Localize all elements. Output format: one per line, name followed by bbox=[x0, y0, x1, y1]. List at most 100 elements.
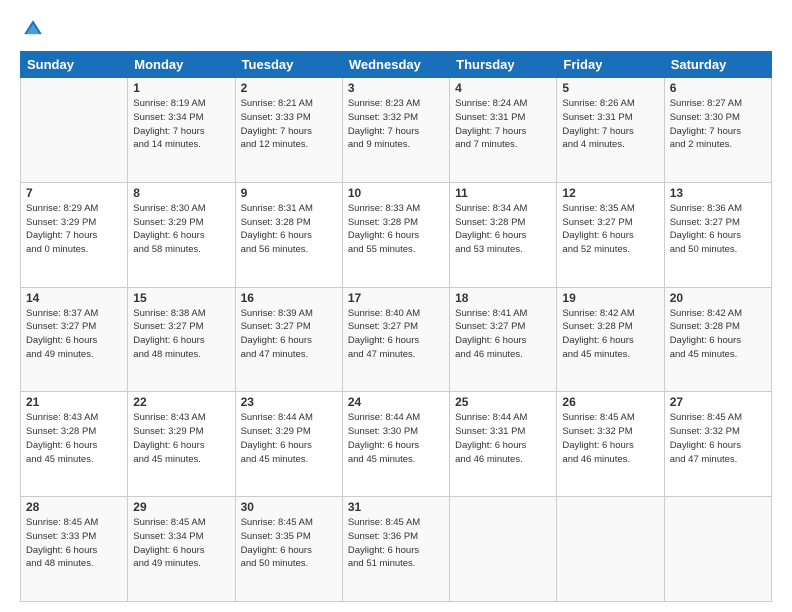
day-info: Sunrise: 8:30 AMSunset: 3:29 PMDaylight:… bbox=[133, 202, 229, 257]
day-info: Sunrise: 8:24 AMSunset: 3:31 PMDaylight:… bbox=[455, 97, 551, 152]
day-info: Sunrise: 8:45 AMSunset: 3:32 PMDaylight:… bbox=[562, 411, 658, 466]
calendar-cell: 5 Sunrise: 8:26 AMSunset: 3:31 PMDaylight… bbox=[557, 78, 664, 183]
calendar-cell: 18 Sunrise: 8:41 AMSunset: 3:27 PMDayligh… bbox=[450, 287, 557, 392]
header-tuesday: Tuesday bbox=[235, 52, 342, 78]
day-info: Sunrise: 8:36 AMSunset: 3:27 PMDaylight:… bbox=[670, 202, 766, 257]
calendar-cell: 3 Sunrise: 8:23 AMSunset: 3:32 PMDaylight… bbox=[342, 78, 449, 183]
header-row: SundayMondayTuesdayWednesdayThursdayFrid… bbox=[21, 52, 772, 78]
day-info: Sunrise: 8:41 AMSunset: 3:27 PMDaylight:… bbox=[455, 307, 551, 362]
day-number: 1 bbox=[133, 81, 229, 95]
day-info: Sunrise: 8:45 AMSunset: 3:32 PMDaylight:… bbox=[670, 411, 766, 466]
day-number: 26 bbox=[562, 395, 658, 409]
calendar-cell: 17 Sunrise: 8:40 AMSunset: 3:27 PMDayligh… bbox=[342, 287, 449, 392]
calendar-cell: 14 Sunrise: 8:37 AMSunset: 3:27 PMDayligh… bbox=[21, 287, 128, 392]
calendar-cell bbox=[664, 497, 771, 602]
header bbox=[20, 18, 772, 45]
day-number: 12 bbox=[562, 186, 658, 200]
day-number: 5 bbox=[562, 81, 658, 95]
day-number: 8 bbox=[133, 186, 229, 200]
day-info: Sunrise: 8:19 AMSunset: 3:34 PMDaylight:… bbox=[133, 97, 229, 152]
day-info: Sunrise: 8:45 AMSunset: 3:35 PMDaylight:… bbox=[241, 516, 337, 571]
day-number: 6 bbox=[670, 81, 766, 95]
calendar-cell: 27 Sunrise: 8:45 AMSunset: 3:32 PMDayligh… bbox=[664, 392, 771, 497]
calendar-table: SundayMondayTuesdayWednesdayThursdayFrid… bbox=[20, 51, 772, 602]
calendar-cell: 7 Sunrise: 8:29 AMSunset: 3:29 PMDaylight… bbox=[21, 182, 128, 287]
calendar-cell: 30 Sunrise: 8:45 AMSunset: 3:35 PMDayligh… bbox=[235, 497, 342, 602]
calendar-cell: 4 Sunrise: 8:24 AMSunset: 3:31 PMDaylight… bbox=[450, 78, 557, 183]
header-sunday: Sunday bbox=[21, 52, 128, 78]
day-number: 27 bbox=[670, 395, 766, 409]
logo-icon bbox=[22, 18, 44, 40]
day-number: 14 bbox=[26, 291, 122, 305]
day-number: 30 bbox=[241, 500, 337, 514]
day-info: Sunrise: 8:45 AMSunset: 3:34 PMDaylight:… bbox=[133, 516, 229, 571]
week-row-2: 14 Sunrise: 8:37 AMSunset: 3:27 PMDayligh… bbox=[21, 287, 772, 392]
header-saturday: Saturday bbox=[664, 52, 771, 78]
day-number: 15 bbox=[133, 291, 229, 305]
day-number: 4 bbox=[455, 81, 551, 95]
day-number: 9 bbox=[241, 186, 337, 200]
calendar-cell: 2Sunrise: 8:21 AMSunset: 3:33 PMDaylight… bbox=[235, 78, 342, 183]
day-info: Sunrise: 8:45 AMSunset: 3:33 PMDaylight:… bbox=[26, 516, 122, 571]
day-info: Sunrise: 8:33 AMSunset: 3:28 PMDaylight:… bbox=[348, 202, 444, 257]
day-number: 19 bbox=[562, 291, 658, 305]
week-row-3: 21Sunrise: 8:43 AMSunset: 3:28 PMDayligh… bbox=[21, 392, 772, 497]
calendar-cell: 24Sunrise: 8:44 AMSunset: 3:30 PMDayligh… bbox=[342, 392, 449, 497]
calendar-cell: 25Sunrise: 8:44 AMSunset: 3:31 PMDayligh… bbox=[450, 392, 557, 497]
calendar-body: 1 Sunrise: 8:19 AMSunset: 3:34 PMDaylight… bbox=[21, 78, 772, 602]
day-info: Sunrise: 8:37 AMSunset: 3:27 PMDaylight:… bbox=[26, 307, 122, 362]
day-number: 31 bbox=[348, 500, 444, 514]
day-info: Sunrise: 8:34 AMSunset: 3:28 PMDaylight:… bbox=[455, 202, 551, 257]
day-number: 28 bbox=[26, 500, 122, 514]
calendar-cell: 20Sunrise: 8:42 AMSunset: 3:28 PMDayligh… bbox=[664, 287, 771, 392]
calendar-cell: 9 Sunrise: 8:31 AMSunset: 3:28 PMDaylight… bbox=[235, 182, 342, 287]
calendar-cell: 12Sunrise: 8:35 AMSunset: 3:27 PMDayligh… bbox=[557, 182, 664, 287]
logo bbox=[20, 18, 44, 45]
day-number: 10 bbox=[348, 186, 444, 200]
day-info: Sunrise: 8:26 AMSunset: 3:31 PMDaylight:… bbox=[562, 97, 658, 152]
calendar-cell: 23 Sunrise: 8:44 AMSunset: 3:29 PMDayligh… bbox=[235, 392, 342, 497]
calendar-cell: 13 Sunrise: 8:36 AMSunset: 3:27 PMDayligh… bbox=[664, 182, 771, 287]
page: SundayMondayTuesdayWednesdayThursdayFrid… bbox=[0, 0, 792, 612]
calendar-cell: 31 Sunrise: 8:45 AMSunset: 3:36 PMDayligh… bbox=[342, 497, 449, 602]
header-thursday: Thursday bbox=[450, 52, 557, 78]
day-number: 7 bbox=[26, 186, 122, 200]
calendar-cell: 28 Sunrise: 8:45 AMSunset: 3:33 PMDayligh… bbox=[21, 497, 128, 602]
week-row-4: 28 Sunrise: 8:45 AMSunset: 3:33 PMDayligh… bbox=[21, 497, 772, 602]
day-number: 18 bbox=[455, 291, 551, 305]
header-wednesday: Wednesday bbox=[342, 52, 449, 78]
day-number: 11 bbox=[455, 186, 551, 200]
calendar-cell: 26 Sunrise: 8:45 AMSunset: 3:32 PMDayligh… bbox=[557, 392, 664, 497]
day-info: Sunrise: 8:44 AMSunset: 3:30 PMDaylight:… bbox=[348, 411, 444, 466]
day-info: Sunrise: 8:40 AMSunset: 3:27 PMDaylight:… bbox=[348, 307, 444, 362]
day-info: Sunrise: 8:29 AMSunset: 3:29 PMDaylight:… bbox=[26, 202, 122, 257]
calendar-cell: 8 Sunrise: 8:30 AMSunset: 3:29 PMDaylight… bbox=[128, 182, 235, 287]
week-row-0: 1 Sunrise: 8:19 AMSunset: 3:34 PMDaylight… bbox=[21, 78, 772, 183]
calendar-cell: 16 Sunrise: 8:39 AMSunset: 3:27 PMDayligh… bbox=[235, 287, 342, 392]
header-friday: Friday bbox=[557, 52, 664, 78]
calendar-cell: 10 Sunrise: 8:33 AMSunset: 3:28 PMDayligh… bbox=[342, 182, 449, 287]
day-number: 13 bbox=[670, 186, 766, 200]
day-info: Sunrise: 8:44 AMSunset: 3:29 PMDaylight:… bbox=[241, 411, 337, 466]
calendar-cell: 22 Sunrise: 8:43 AMSunset: 3:29 PMDayligh… bbox=[128, 392, 235, 497]
calendar-cell bbox=[557, 497, 664, 602]
calendar-cell: 6Sunrise: 8:27 AMSunset: 3:30 PMDaylight… bbox=[664, 78, 771, 183]
day-info: Sunrise: 8:43 AMSunset: 3:28 PMDaylight:… bbox=[26, 411, 122, 466]
day-number: 25 bbox=[455, 395, 551, 409]
day-number: 16 bbox=[241, 291, 337, 305]
day-number: 23 bbox=[241, 395, 337, 409]
day-number: 3 bbox=[348, 81, 444, 95]
calendar-cell bbox=[21, 78, 128, 183]
day-info: Sunrise: 8:42 AMSunset: 3:28 PMDaylight:… bbox=[562, 307, 658, 362]
day-info: Sunrise: 8:31 AMSunset: 3:28 PMDaylight:… bbox=[241, 202, 337, 257]
day-info: Sunrise: 8:45 AMSunset: 3:36 PMDaylight:… bbox=[348, 516, 444, 571]
day-number: 22 bbox=[133, 395, 229, 409]
calendar-cell: 1 Sunrise: 8:19 AMSunset: 3:34 PMDaylight… bbox=[128, 78, 235, 183]
day-number: 17 bbox=[348, 291, 444, 305]
day-info: Sunrise: 8:39 AMSunset: 3:27 PMDaylight:… bbox=[241, 307, 337, 362]
header-monday: Monday bbox=[128, 52, 235, 78]
day-info: Sunrise: 8:23 AMSunset: 3:32 PMDaylight:… bbox=[348, 97, 444, 152]
calendar-header: SundayMondayTuesdayWednesdayThursdayFrid… bbox=[21, 52, 772, 78]
day-info: Sunrise: 8:43 AMSunset: 3:29 PMDaylight:… bbox=[133, 411, 229, 466]
calendar-cell: 19 Sunrise: 8:42 AMSunset: 3:28 PMDayligh… bbox=[557, 287, 664, 392]
